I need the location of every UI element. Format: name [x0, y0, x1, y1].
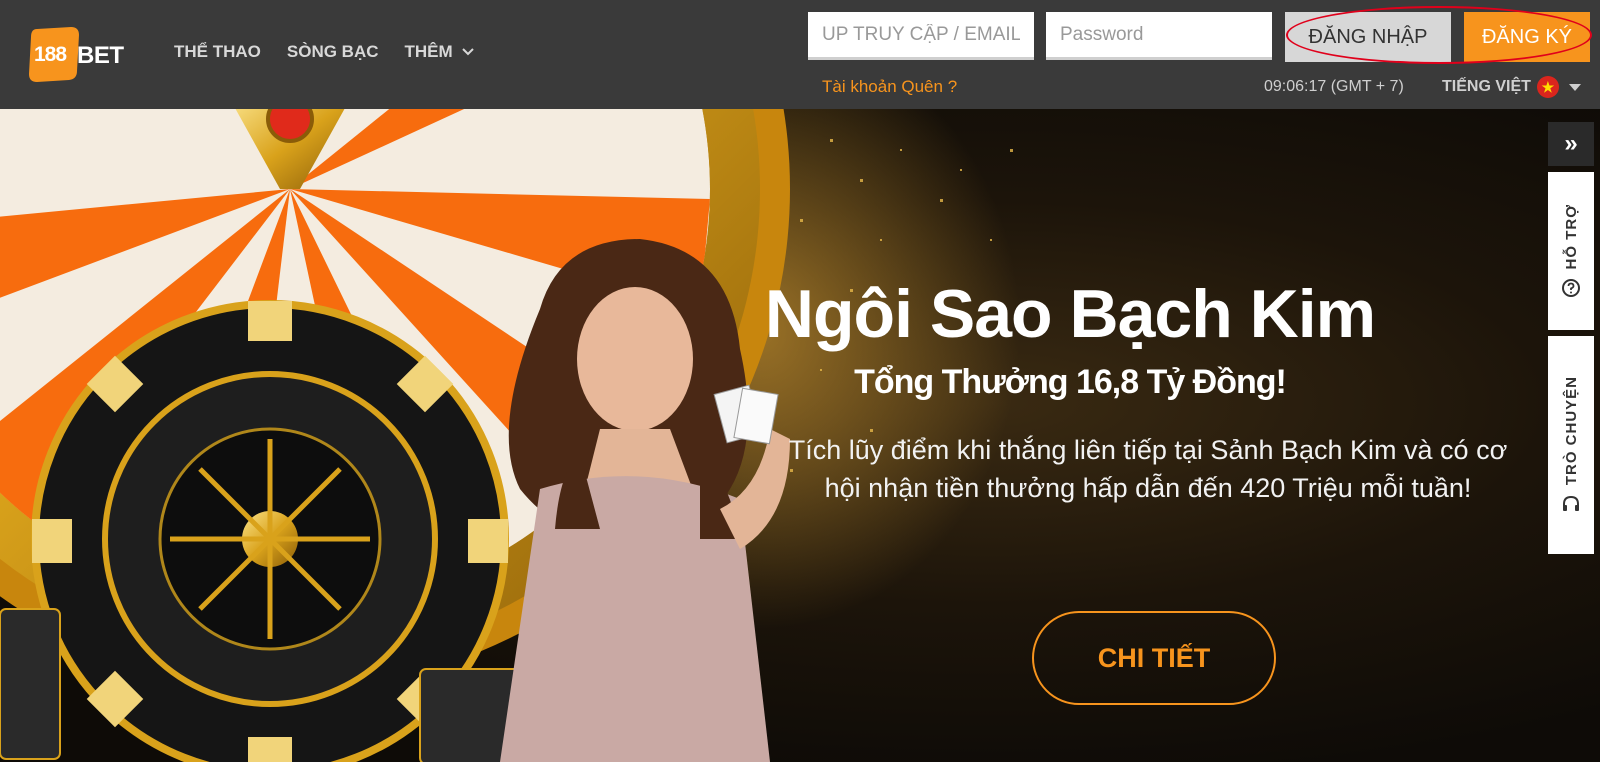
- top-header: 188 BET THỂ THAO SÒNG BẠC THÊM ĐĂNG NHẬP…: [0, 0, 1600, 109]
- logo-number: 188: [34, 43, 67, 66]
- vietnam-flag-icon: ★: [1536, 76, 1559, 98]
- chat-label: TRÒ CHUYỆN: [1562, 376, 1580, 486]
- support-tab[interactable]: HỖ TRỢ: [1548, 172, 1594, 330]
- nav-casino[interactable]: SÒNG BẠC: [287, 42, 379, 62]
- side-panel: » HỖ TRỢ TRÒ CHUYỆN: [1548, 122, 1594, 554]
- register-button[interactable]: ĐĂNG KÝ: [1464, 12, 1590, 62]
- logo-text: BET: [77, 42, 124, 69]
- collapse-button[interactable]: »: [1548, 122, 1594, 166]
- help-circle-icon: [1562, 278, 1580, 297]
- language-selector[interactable]: TIẾNG VIỆT ★: [1442, 76, 1581, 98]
- nav-casino-label: SÒNG BẠC: [286, 42, 379, 61]
- nav-more-label: THÊM: [404, 42, 453, 61]
- logo-badge-icon: 188: [27, 25, 81, 83]
- chevron-down-icon: [461, 48, 474, 56]
- hero-subtitle: Tổng Thưởng 16,8 Tỷ Đồng!: [854, 363, 1287, 401]
- hero-banner: Ngôi Sao Bạch Kim Tổng Thưởng 16,8 Tỷ Đồ…: [0, 109, 1600, 762]
- hero-title: Ngôi Sao Bạch Kim: [764, 276, 1376, 352]
- caret-down-icon: [1568, 83, 1581, 91]
- nav-sports-label: THỂ THAO: [174, 42, 261, 61]
- forgot-account-link[interactable]: Tài khoản Quên ?: [822, 77, 957, 97]
- password-field[interactable]: [1046, 12, 1272, 60]
- clock: 09:06:17 (GMT + 7): [1264, 78, 1404, 95]
- double-chevron-right-icon: »: [1564, 130, 1578, 157]
- login-button[interactable]: ĐĂNG NHẬP: [1285, 12, 1451, 62]
- details-button[interactable]: CHI TIẾT: [1032, 611, 1276, 705]
- hero-description: Tích lũy điểm khi thắng liên tiếp tại Sả…: [788, 435, 1508, 503]
- nav-sports[interactable]: THỂ THAO: [174, 42, 261, 62]
- language-label: TIẾNG VIỆT: [1442, 78, 1531, 95]
- chat-tab[interactable]: TRÒ CHUYỆN: [1548, 336, 1594, 554]
- brand-logo[interactable]: 188 BET: [27, 24, 131, 84]
- main-nav: THỂ THAO SÒNG BẠC THÊM: [174, 42, 475, 62]
- username-field[interactable]: [808, 12, 1034, 60]
- headset-icon: [1563, 495, 1579, 511]
- support-label: HỖ TRỢ: [1562, 204, 1580, 270]
- nav-more[interactable]: THÊM: [405, 42, 475, 62]
